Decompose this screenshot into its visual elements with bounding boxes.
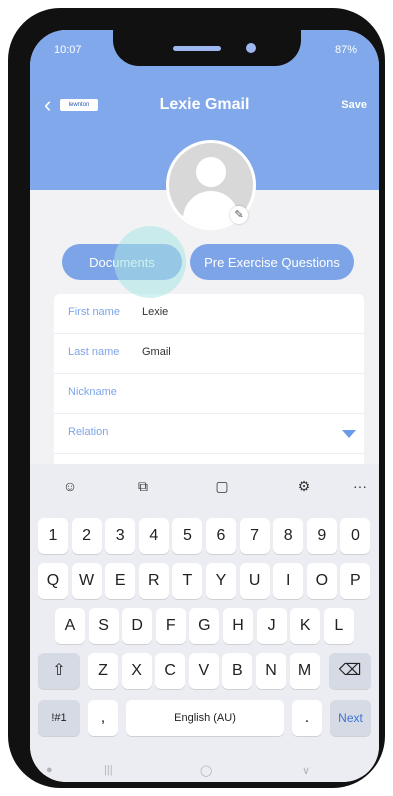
key-q[interactable]: Q [38,563,68,599]
clipboard-icon[interactable]: ▢ [212,476,232,496]
key-v[interactable]: V [188,653,219,689]
chevron-down-icon[interactable] [342,430,356,438]
status-time: 10:07 [54,44,82,56]
first-name-field[interactable]: First name Lexie [54,294,364,334]
key-0[interactable]: 0 [340,518,371,554]
key-l[interactable]: L [323,608,354,644]
camera-notch [113,30,301,66]
key-s[interactable]: S [88,608,119,644]
key-n[interactable]: N [256,653,286,689]
key-1[interactable]: 1 [38,518,68,554]
notch-pill [173,46,221,51]
more-icon[interactable]: ··· [350,476,370,496]
key-8[interactable]: 8 [273,518,304,554]
key-m[interactable]: M [289,653,320,689]
next-key[interactable]: Next [330,700,371,736]
key-h[interactable]: H [223,608,253,644]
comma-key[interactable]: , [88,700,118,736]
key-k[interactable]: K [290,608,321,644]
key-6[interactable]: 6 [206,518,236,554]
camera-icon [246,43,256,53]
sticker-icon[interactable]: ⧉ [133,476,153,496]
backspace-key[interactable]: ⌫ [329,653,371,689]
back-chevron-icon[interactable]: ∨ [302,764,310,777]
key-5[interactable]: 5 [172,518,203,554]
phone-frame: 10:07 87% ‹ lewnton Lexie Gmail Save ✎ D… [8,8,385,788]
key-9[interactable]: 9 [306,518,337,554]
relation-select[interactable]: Relation [54,414,364,454]
key-o[interactable]: O [306,563,337,599]
key-4[interactable]: 4 [138,518,169,554]
system-nav-bar: ● ||| ◯ ∨ [30,764,379,782]
key-w[interactable]: W [71,563,102,599]
key-x[interactable]: X [121,653,152,689]
home-icon[interactable]: ◯ [200,764,212,777]
mic-icon[interactable]: ● [46,764,53,776]
key-y[interactable]: Y [206,563,236,599]
last-name-label: Last name [68,346,120,358]
key-j[interactable]: J [256,608,287,644]
period-key[interactable]: . [292,700,322,736]
key-r[interactable]: R [138,563,169,599]
keyboard: ☺ ⧉ ▢ ⚙ ··· 1234567890 QWERTYUIOP ASDFGHJK… [30,464,379,782]
relation-label: Relation [68,426,109,438]
key-2[interactable]: 2 [71,518,102,554]
key-t[interactable]: T [172,563,203,599]
key-p[interactable]: P [340,563,371,599]
page-title: Lexie Gmail [159,96,250,113]
shift-key[interactable]: ⇧ [38,653,80,689]
tap-highlight [114,226,186,298]
keyboard-toolbar: ☺ ⧉ ▢ ⚙ ··· [30,464,379,508]
screen: 10:07 87% ‹ lewnton Lexie Gmail Save ✎ D… [30,30,379,782]
edit-pencil-icon[interactable]: ✎ [230,206,248,224]
key-i[interactable]: I [273,563,304,599]
pre-exercise-questions-button[interactable]: Pre Exercise Questions [190,244,354,280]
key-e[interactable]: E [105,563,136,599]
space-key[interactable]: English (AU) [126,700,284,736]
nav-bar: ‹ lewnton Lexie Gmail Save [30,90,379,120]
key-c[interactable]: C [155,653,186,689]
profile-form: First name Lexie Last name Gmail Nicknam… [54,294,364,478]
last-name-field[interactable]: Last name Gmail [54,334,364,374]
symbols-key[interactable]: !#1 [38,700,80,736]
first-name-label: First name [68,306,120,318]
key-u[interactable]: U [239,563,270,599]
key-7[interactable]: 7 [239,518,270,554]
key-b[interactable]: B [222,653,253,689]
key-z[interactable]: Z [88,653,118,689]
key-d[interactable]: D [122,608,153,644]
key-g[interactable]: G [189,608,220,644]
avatar-head-shape [196,157,226,187]
battery-level: 87% [334,44,357,56]
emoji-icon[interactable]: ☺ [60,476,80,496]
settings-icon[interactable]: ⚙ [294,476,314,496]
key-a[interactable]: A [55,608,85,644]
key-f[interactable]: F [155,608,186,644]
nickname-field[interactable]: Nickname [54,374,364,414]
recent-apps-icon[interactable]: ||| [104,764,113,776]
first-name-value: Lexie [142,306,169,318]
save-button[interactable]: Save [341,99,367,111]
key-3[interactable]: 3 [105,518,136,554]
last-name-value: Gmail [142,346,171,358]
nickname-label: Nickname [68,386,117,398]
